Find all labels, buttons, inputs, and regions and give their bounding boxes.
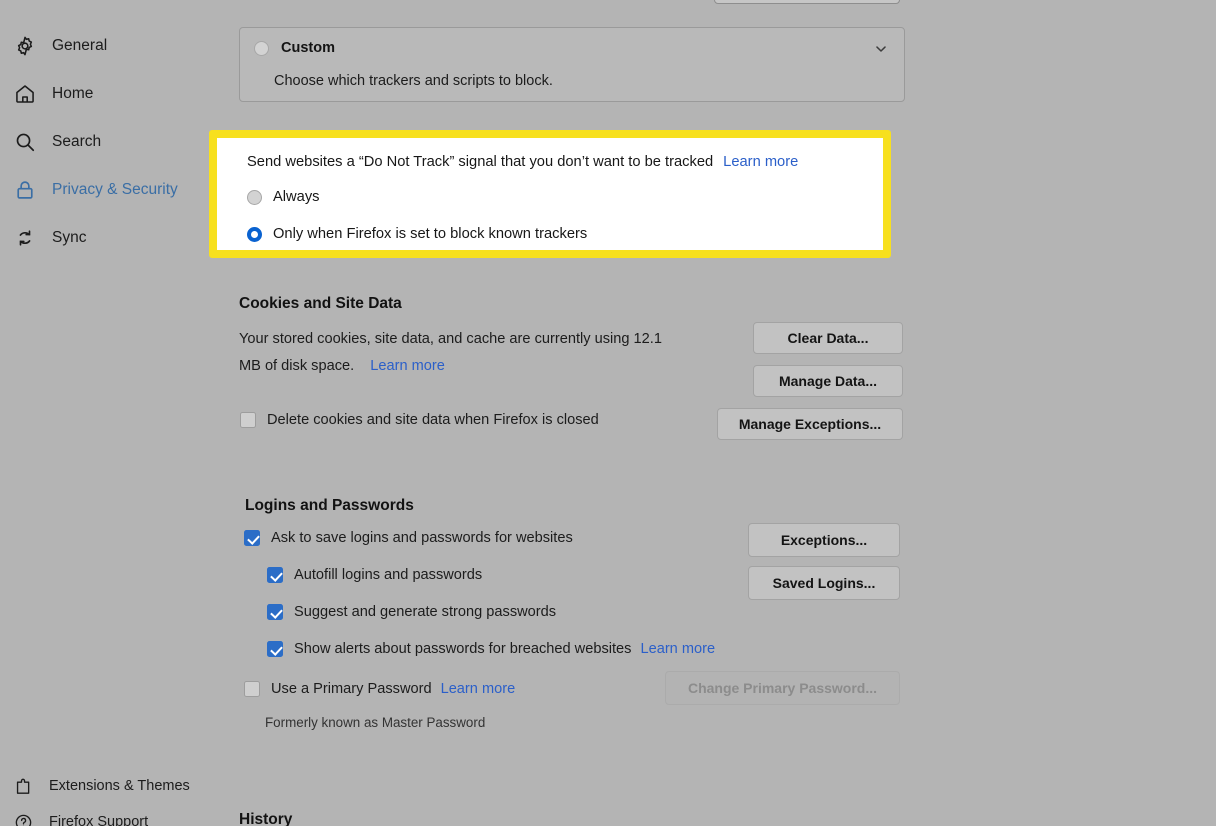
custom-protection-panel[interactable]: Custom Choose which trackers and scripts… — [239, 27, 905, 102]
sidebar-item-label: Firefox Support — [49, 813, 149, 826]
manage-exceptions-button[interactable]: Manage Exceptions... — [717, 408, 903, 440]
suggest-strong-passwords-label: Suggest and generate strong passwords — [294, 603, 557, 620]
delete-cookies-on-close-label: Delete cookies and site data when Firefo… — [267, 411, 599, 428]
sidebar-item-extensions-themes[interactable]: Extensions & Themes — [14, 773, 190, 799]
use-primary-password-checkbox[interactable] — [244, 681, 260, 697]
clear-data-button[interactable]: Clear Data... — [753, 322, 903, 354]
delete-cookies-on-close-row[interactable]: Delete cookies and site data when Firefo… — [240, 412, 599, 428]
suggest-strong-passwords-checkbox[interactable] — [267, 604, 283, 620]
suggest-strong-passwords-row[interactable]: Suggest and generate strong passwords — [267, 604, 556, 620]
saved-logins-button[interactable]: Saved Logins... — [748, 566, 900, 600]
do-not-track-description-row: Send websites a “Do Not Track” signal th… — [247, 155, 798, 170]
breach-alerts-row[interactable]: Show alerts about passwords for breached… — [267, 641, 715, 657]
do-not-track-option-only-when-blocking[interactable]: Only when Firefox is set to block known … — [247, 227, 587, 242]
history-section-title: History — [239, 811, 293, 826]
lock-icon — [14, 179, 36, 201]
firefox-preferences-page: General Home Search Privacy & Security S… — [0, 0, 1216, 826]
cookies-description-line1: Your stored cookies, site data, and cach… — [239, 331, 662, 347]
breach-alerts-checkbox[interactable] — [267, 641, 283, 657]
custom-panel-description: Choose which trackers and scripts to blo… — [274, 73, 553, 89]
sidebar-item-home[interactable]: Home — [14, 79, 93, 109]
gear-icon — [14, 35, 36, 57]
do-not-track-description: Send websites a “Do Not Track” signal th… — [247, 154, 714, 170]
autofill-logins-label: Autofill logins and passwords — [294, 566, 483, 583]
cookies-description-line2-row: MB of disk space. Learn more — [239, 359, 445, 374]
cookies-learn-more-link[interactable]: Learn more — [370, 358, 445, 374]
offscreen-button-above[interactable] — [714, 0, 900, 4]
change-primary-password-button: Change Primary Password... — [665, 671, 900, 705]
do-not-track-highlight: Send websites a “Do Not Track” signal th… — [209, 130, 891, 258]
sidebar-item-label: Privacy & Security — [52, 181, 178, 199]
settings-main-content: Custom Choose which trackers and scripts… — [209, 0, 1216, 826]
use-primary-password-label: Use a Primary Password — [271, 680, 432, 697]
sidebar-item-label: General — [52, 37, 108, 55]
use-primary-password-row[interactable]: Use a Primary Password Learn more — [244, 681, 515, 697]
sidebar-item-label: Home — [52, 85, 94, 103]
sidebar-item-label: Sync — [52, 229, 87, 247]
custom-panel-header[interactable]: Custom — [254, 41, 335, 56]
custom-radio[interactable] — [254, 41, 269, 56]
delete-cookies-on-close-checkbox[interactable] — [240, 412, 256, 428]
primary-password-note: Formerly known as Master Password — [265, 715, 486, 730]
chevron-down-icon[interactable] — [874, 42, 888, 56]
primary-password-learn-more-link[interactable]: Learn more — [441, 682, 516, 697]
sidebar-item-label: Extensions & Themes — [49, 777, 190, 794]
do-not-track-option-always[interactable]: Always — [247, 190, 320, 205]
question-circle-icon — [14, 813, 33, 826]
radio-label-only-when-blocking: Only when Firefox is set to block known … — [273, 226, 588, 243]
radio-only-when-blocking[interactable] — [247, 227, 262, 242]
puzzle-icon — [14, 777, 33, 796]
sidebar-item-general[interactable]: General — [14, 31, 107, 61]
manage-data-button[interactable]: Manage Data... — [753, 365, 903, 397]
ask-to-save-logins-label: Ask to save logins and passwords for web… — [271, 529, 573, 546]
ask-to-save-logins-checkbox[interactable] — [244, 530, 260, 546]
autofill-logins-checkbox[interactable] — [267, 567, 283, 583]
ask-to-save-logins-row[interactable]: Ask to save logins and passwords for web… — [244, 530, 573, 546]
radio-always[interactable] — [247, 190, 262, 205]
sidebar-item-sync[interactable]: Sync — [14, 223, 86, 253]
do-not-track-learn-more-link[interactable]: Learn more — [723, 154, 798, 170]
custom-panel-title: Custom — [281, 40, 335, 57]
radio-label-always: Always — [273, 189, 320, 206]
search-icon — [14, 131, 36, 153]
settings-sidebar: General Home Search Privacy & Security S… — [0, 0, 236, 826]
cookies-section-title: Cookies and Site Data — [239, 295, 402, 312]
breach-alerts-learn-more-link[interactable]: Learn more — [640, 642, 715, 657]
breach-alerts-label: Show alerts about passwords for breached… — [294, 640, 632, 657]
sync-icon — [14, 227, 36, 249]
login-exceptions-button[interactable]: Exceptions... — [748, 523, 900, 557]
logins-section-title: Logins and Passwords — [245, 497, 414, 514]
cookies-description-line2: MB of disk space. — [239, 358, 355, 374]
home-icon — [14, 83, 36, 105]
sidebar-item-label: Search — [52, 133, 102, 151]
sidebar-item-firefox-support[interactable]: Firefox Support — [14, 809, 148, 826]
sidebar-item-search[interactable]: Search — [14, 127, 101, 157]
sidebar-item-privacy-security[interactable]: Privacy & Security — [14, 175, 178, 205]
autofill-logins-row[interactable]: Autofill logins and passwords — [267, 567, 482, 583]
